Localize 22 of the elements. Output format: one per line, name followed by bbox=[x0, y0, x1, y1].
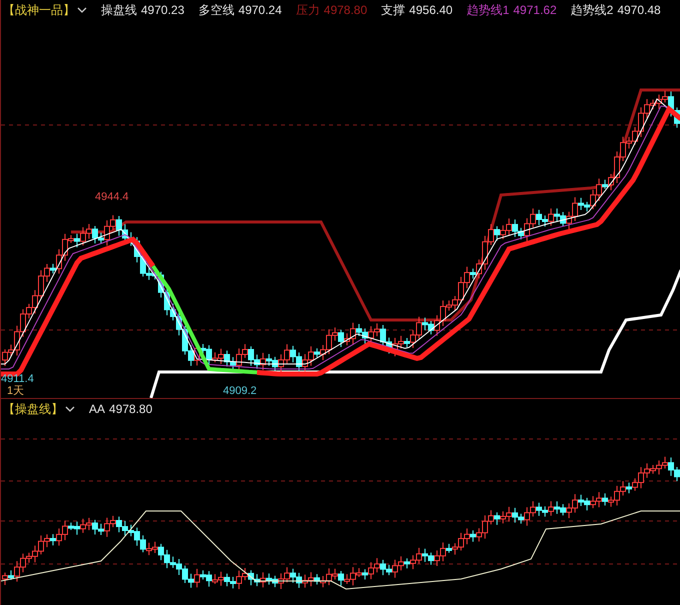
legend-value: 4971.62 bbox=[513, 2, 557, 19]
legend-value: 4970.48 bbox=[617, 2, 661, 19]
legend-label: AA bbox=[89, 401, 106, 418]
legend-label: 压力 bbox=[296, 2, 320, 19]
indicator-selector[interactable]: 【战神一品】 bbox=[3, 1, 87, 19]
legend-value: 4978.80 bbox=[324, 2, 368, 19]
caret-icon bbox=[77, 6, 87, 14]
indicator-selector[interactable]: 【操盘线】 bbox=[3, 400, 75, 418]
legend-value: 4978.80 bbox=[109, 401, 152, 418]
legend-label: 支撑 bbox=[381, 2, 406, 19]
legend-value: 4970.23 bbox=[141, 2, 184, 19]
legend-label: 趋势线1 bbox=[466, 2, 510, 19]
price-annotation: 4909.2 bbox=[223, 386, 257, 397]
price-annotation: 4911.4 bbox=[1, 374, 34, 385]
legend-value: 4956.40 bbox=[409, 2, 453, 19]
legend-label: 多空线 bbox=[198, 2, 234, 19]
legend-value: 4970.24 bbox=[238, 2, 282, 19]
caret-icon bbox=[65, 405, 75, 413]
legend-label: 操盘线 bbox=[101, 2, 137, 19]
price-annotation: 1天 bbox=[7, 386, 24, 397]
legend-label: 趋势线2 bbox=[570, 2, 614, 19]
price-annotation: 4944.4 bbox=[95, 192, 129, 203]
